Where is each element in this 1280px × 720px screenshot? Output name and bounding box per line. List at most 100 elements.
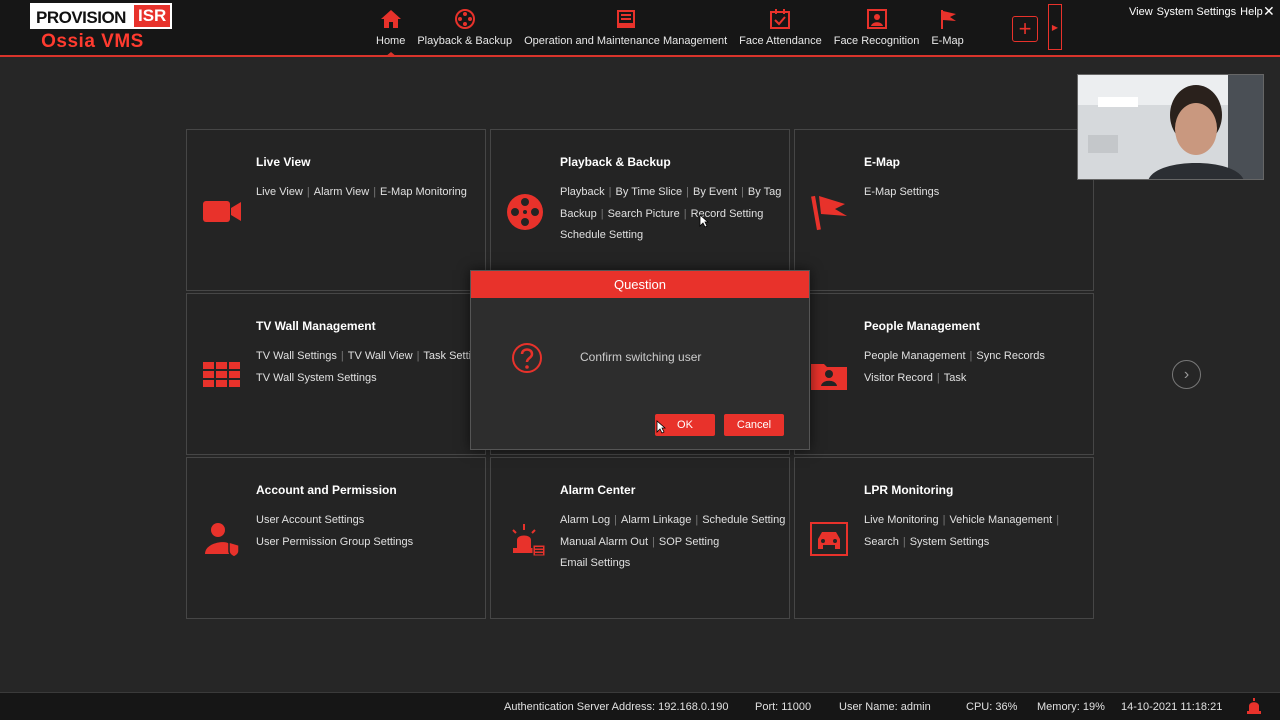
nav-home[interactable]: Home <box>370 0 411 57</box>
link-system-settings[interactable]: System Settings <box>910 536 989 548</box>
question-dialog: Question Confirm switching user OK Cance… <box>470 270 810 450</box>
link-e-map-monitoring[interactable]: E-Map Monitoring <box>380 186 467 198</box>
tile-title: Account and Permission <box>256 483 397 497</box>
tile-lpr-monitoring[interactable]: LPR Monitoring Live Monitoring | Vehicle M… <box>794 457 1094 619</box>
tile-title: Alarm Center <box>560 483 636 497</box>
mouse-cursor-icon <box>699 214 709 228</box>
main-nav: Home Playback & Backup Operation and Mai… <box>370 0 970 57</box>
tile-e-map[interactable]: E-Map E-Map Settings <box>794 129 1094 291</box>
chevron-right-icon: ▶ <box>1051 22 1059 32</box>
link-tv-wall-view[interactable]: TV Wall View <box>348 350 413 362</box>
view-menu[interactable]: View <box>1129 6 1153 18</box>
tile-links: Alarm Log | Alarm Linkage | Schedule Setting… <box>560 514 786 569</box>
home-icon <box>380 10 401 28</box>
nav-label: Face Attendance <box>739 35 822 47</box>
tile-account-permission[interactable]: Account and Permission User Account Sett… <box>186 457 486 619</box>
memory-usage: Memory: 19% <box>1037 701 1105 713</box>
port-info: Port: 11000 <box>755 701 812 713</box>
link-vehicle-management[interactable]: Vehicle Management <box>949 514 1052 526</box>
webcam-overlay <box>1077 74 1264 180</box>
status-bar: Authentication Server Address: 192.168.0… <box>0 692 1280 720</box>
system-settings-menu[interactable]: System Settings <box>1157 6 1236 18</box>
link-by-event[interactable]: By Event <box>693 186 737 198</box>
link-schedule-setting[interactable]: Schedule Setting <box>560 229 643 241</box>
link-task[interactable]: Task <box>944 372 967 384</box>
tile-title: Playback & Backup <box>560 155 671 169</box>
mouse-cursor-icon <box>656 420 666 434</box>
link-sop-setting[interactable]: SOP Setting <box>659 536 719 548</box>
alarm-light-icon <box>512 524 546 557</box>
link-schedule-setting[interactable]: Schedule Setting <box>702 514 785 526</box>
tile-links: User Account Settings User Permission Gro… <box>256 510 481 553</box>
alarm-bell-icon[interactable] <box>1245 697 1263 715</box>
link-playback[interactable]: Playback <box>560 186 605 198</box>
tile-alarm-center[interactable]: Alarm Center Alarm Log | Alarm Linkage | Sch… <box>490 457 790 619</box>
question-mark-icon <box>512 343 542 373</box>
tile-tv-wall-management[interactable]: TV Wall Management TV Wall Settings | TV W… <box>186 293 489 455</box>
calendar-check-icon <box>770 9 791 29</box>
link-live-view[interactable]: Live View <box>256 186 303 198</box>
link-alarm-log[interactable]: Alarm Log <box>560 514 610 526</box>
link-alarm-linkage[interactable]: Alarm Linkage <box>621 514 691 526</box>
top-links: View System Settings Help <box>1129 6 1263 18</box>
flag-icon <box>811 195 847 231</box>
tile-links: E-Map Settings <box>864 182 1089 204</box>
nav-operation-maintenance[interactable]: Operation and Maintenance Management <box>518 0 733 55</box>
next-page-button[interactable]: › <box>1172 360 1201 389</box>
tile-links: Playback | By Time Slice | By Event | By Tag Ba… <box>560 186 782 241</box>
tile-people-management[interactable]: People Management People Management | Sync… <box>794 293 1094 455</box>
link-visitor-record[interactable]: Visitor Record <box>864 372 933 384</box>
help-menu[interactable]: Help <box>1240 6 1263 18</box>
nav-more-button[interactable]: ▶ <box>1048 4 1062 50</box>
nav-label: Face Recognition <box>833 35 920 47</box>
link-tv-wall-settings[interactable]: TV Wall Settings <box>256 350 337 362</box>
link-search[interactable]: Search <box>864 536 899 548</box>
nav-face-attendance[interactable]: Face Attendance <box>733 0 828 55</box>
nav-face-recognition[interactable]: Face Recognition <box>828 0 926 55</box>
video-camera-icon <box>203 201 241 222</box>
link-sync-records[interactable]: Sync Records <box>976 350 1044 362</box>
tile-live-view[interactable]: Live View Live View | Alarm View | E-Map Mon… <box>186 129 486 291</box>
close-icon[interactable]: ✕ <box>1263 3 1275 20</box>
face-scan-icon <box>866 9 887 29</box>
user-name: User Name: admin <box>839 701 931 713</box>
logo-text-provision: PROVISION <box>30 3 132 29</box>
logo-text-isr: ISR <box>131 3 173 29</box>
link-backup[interactable]: Backup <box>560 208 597 220</box>
tile-title: LPR Monitoring <box>864 483 954 497</box>
link-by-time-slice[interactable]: By Time Slice <box>616 186 683 198</box>
nav-playback-backup[interactable]: Playback & Backup <box>411 0 518 55</box>
link-e-map-settings[interactable]: E-Map Settings <box>864 186 939 198</box>
link-by-tag[interactable]: By Tag <box>748 186 781 198</box>
auth-server-address: Authentication Server Address: 192.168.0… <box>504 701 729 713</box>
tile-links: People Management | Sync Records Visitor Re… <box>864 350 1045 384</box>
add-tab-button[interactable]: + <box>1012 16 1038 42</box>
date-time: 14-10-2021 11:18:21 <box>1121 701 1223 713</box>
link-search-picture[interactable]: Search Picture <box>608 208 680 220</box>
link-people-management[interactable]: People Management <box>864 350 966 362</box>
dialog-message: Confirm switching user <box>580 350 702 364</box>
tile-title: TV Wall Management <box>256 319 376 333</box>
link-user-permission-group-settings[interactable]: User Permission Group Settings <box>256 536 413 548</box>
dialog-title: Question <box>471 271 809 298</box>
link-tv-wall-system-settings[interactable]: TV Wall System Settings <box>256 372 377 384</box>
provision-logo: PROVISION ISR Ossia VMS <box>30 3 173 53</box>
logo-text-ossia-vms: Ossia VMS <box>41 31 144 52</box>
chevron-right-icon: › <box>1183 365 1190 383</box>
film-reel-icon <box>454 9 475 29</box>
nav-label: E-Map <box>931 35 964 47</box>
tile-links: Live View | Alarm View | E-Map Monitoring <box>256 186 467 198</box>
link-live-monitoring[interactable]: Live Monitoring <box>864 514 939 526</box>
tile-playback-backup[interactable]: Playback & Backup Playback | By Time Slice… <box>490 129 790 291</box>
link-email-settings[interactable]: Email Settings <box>560 557 630 569</box>
link-alarm-view[interactable]: Alarm View <box>314 186 369 198</box>
user-shield-icon <box>205 523 240 558</box>
nav-e-map[interactable]: E-Map <box>925 0 969 55</box>
cancel-button[interactable]: Cancel <box>724 414 784 436</box>
tile-title: Live View <box>256 155 311 169</box>
link-user-account-settings[interactable]: User Account Settings <box>256 514 364 526</box>
flag-icon <box>940 10 956 29</box>
link-manual-alarm-out[interactable]: Manual Alarm Out <box>560 536 648 548</box>
monitor-icon <box>616 10 635 28</box>
top-bar: PROVISION ISR Ossia VMS Home Playback & … <box>0 0 1280 57</box>
